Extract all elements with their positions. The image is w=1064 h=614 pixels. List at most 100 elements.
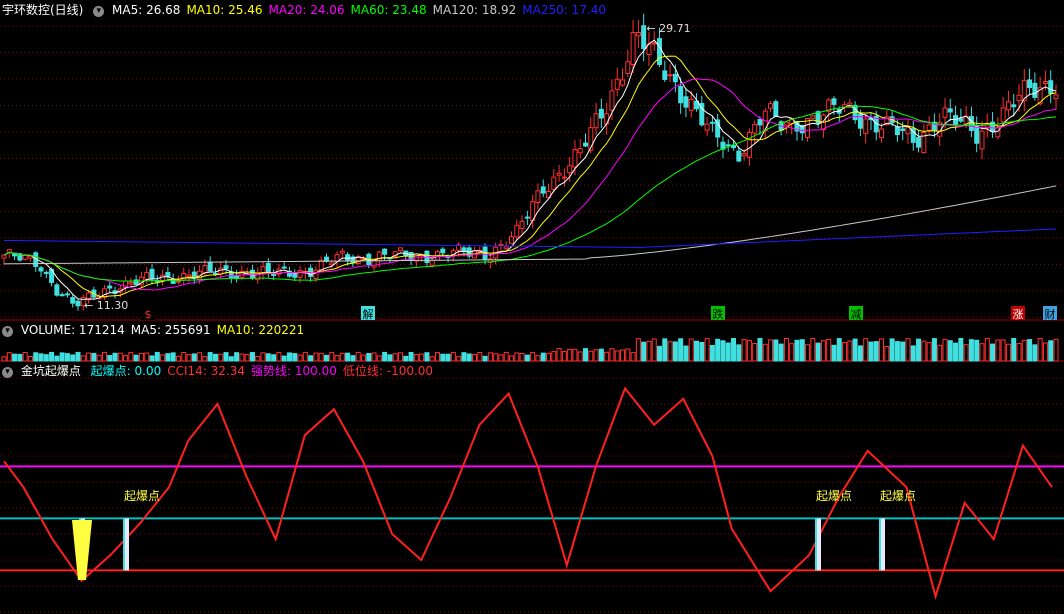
volume-bar: [736, 344, 742, 362]
candle-body: [202, 265, 208, 274]
volume-bar: [741, 339, 747, 362]
volume-bar: [493, 353, 499, 362]
volume-bar: [572, 348, 578, 362]
volume-bar: [651, 338, 657, 362]
candle-body: [223, 265, 229, 270]
volume-bar: [857, 345, 863, 362]
volume-bar: [556, 348, 562, 362]
signal-bar-edge: [123, 518, 125, 571]
candle-body: [535, 190, 541, 204]
volume-bar: [59, 352, 65, 362]
candle-body: [857, 113, 863, 129]
candle-body: [968, 116, 974, 131]
candle-body: [498, 244, 504, 247]
volume-bar: [535, 355, 541, 362]
volume-bar: [96, 354, 102, 362]
ma20-line: [3, 78, 1057, 291]
volume-bar: [530, 351, 536, 362]
volume-bar: [847, 340, 853, 362]
volume-bar: [725, 342, 731, 362]
volume-bar: [413, 354, 419, 362]
candle-body: [561, 176, 567, 179]
volume-bar: [366, 353, 372, 362]
volume-bar: [181, 351, 187, 362]
candle-body: [313, 269, 319, 279]
candle-body: [1011, 104, 1017, 108]
volume-bar: [688, 338, 694, 362]
volume-bar: [144, 352, 150, 362]
candle-body: [181, 273, 187, 281]
volume-bar: [249, 352, 255, 362]
volume-bar: [884, 346, 890, 362]
volume-bar: [768, 339, 774, 362]
volume-bar: [107, 355, 113, 362]
candle-body: [757, 119, 763, 126]
volume-bar: [498, 354, 504, 362]
candle-body: [651, 42, 657, 45]
volume-bar: [593, 349, 599, 362]
low-price-label: ← 11.30: [84, 299, 128, 312]
volume-bar: [990, 343, 996, 362]
candle-body: [773, 101, 779, 117]
volume-bar: [1016, 343, 1022, 362]
candlestick-series: [1, 13, 1059, 311]
candle-body: [672, 73, 678, 83]
volume-bar: [355, 351, 361, 362]
candle-body: [339, 250, 345, 254]
volume-bar: [974, 339, 980, 362]
chart-canvas[interactable]: ← 29.71 ← 11.30 $ 解 跌 减 涨 财起爆点 起爆点 起爆点: [0, 0, 1064, 614]
event-marker: 财: [1045, 307, 1056, 321]
candle-body: [916, 137, 922, 148]
volume-bar: [567, 349, 573, 362]
candle-body: [556, 172, 562, 176]
volume-bar: [1021, 339, 1027, 362]
volume-bar: [6, 352, 12, 362]
candle-body: [540, 186, 546, 194]
volume-bar: [947, 340, 953, 362]
ma5-line: [3, 39, 1057, 300]
candle-body: [810, 115, 816, 119]
candle-body: [551, 176, 557, 190]
candle-body: [1042, 81, 1048, 85]
volume-bar: [831, 344, 837, 362]
volume-bar: [1027, 339, 1033, 362]
candle-body: [609, 90, 615, 111]
candle-body: [54, 284, 60, 296]
event-marker: 解: [363, 307, 374, 321]
volume-bar: [752, 343, 758, 362]
candle-body: [107, 285, 113, 289]
signal-label: 起爆点: [816, 489, 852, 503]
volume-bar: [471, 354, 477, 362]
candle-body: [508, 236, 514, 244]
candle-body: [900, 128, 906, 132]
volume-bar: [202, 356, 208, 362]
volume-bar: [842, 342, 848, 362]
volume-bar: [33, 352, 39, 362]
volume-bar: [588, 350, 594, 362]
volume-bar: [1037, 338, 1043, 362]
candle-body: [731, 145, 737, 149]
volume-bar: [64, 353, 70, 362]
volume-bar: [916, 338, 922, 362]
candle-body: [514, 224, 520, 238]
volume-bar: [255, 355, 261, 362]
volume-bar: [1011, 337, 1017, 362]
candle-body: [1032, 82, 1038, 98]
event-marker: $: [145, 308, 152, 321]
candle-body: [175, 280, 181, 283]
volume-bar: [942, 338, 948, 362]
volume-bar: [694, 340, 700, 362]
candle-body: [947, 108, 953, 113]
candle-body: [249, 269, 255, 279]
volume-bar: [38, 353, 44, 362]
volume-bar: [805, 344, 811, 362]
candle-body: [572, 149, 578, 168]
volume-bar: [445, 353, 451, 362]
volume-bar: [699, 341, 705, 362]
candle-body: [662, 70, 668, 80]
volume-bar: [175, 355, 181, 362]
candle-body: [894, 126, 900, 136]
candle-body: [604, 113, 610, 125]
volume-bar: [995, 339, 1001, 362]
candle-body: [1048, 80, 1054, 94]
